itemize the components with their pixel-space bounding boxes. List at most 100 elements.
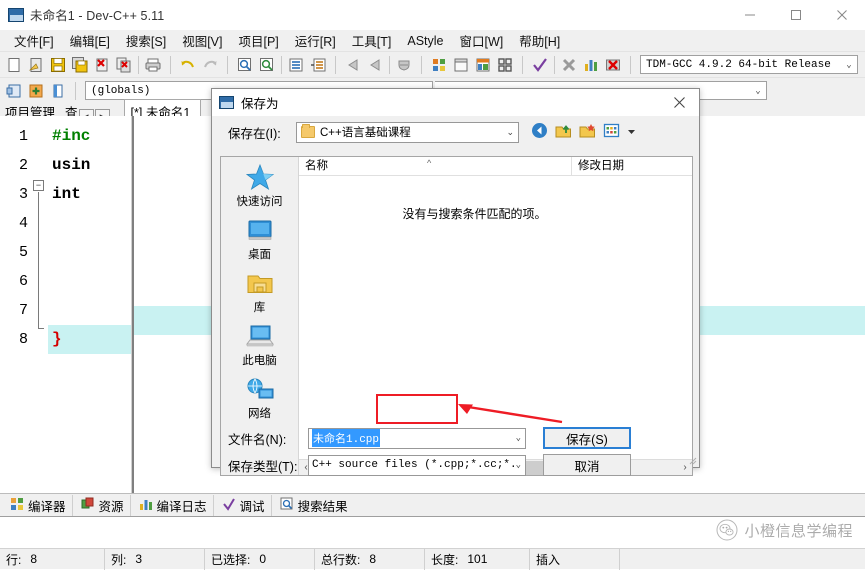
color-view-icon[interactable] [472, 54, 494, 76]
place-library[interactable]: 库 [221, 271, 298, 315]
this-pc-icon [245, 325, 274, 347]
dialog-close-button[interactable] [659, 89, 699, 116]
menu-window[interactable]: 窗口[W] [452, 29, 512, 52]
status-column-value: 3 [135, 552, 143, 566]
place-this-pc[interactable]: 此电脑 [221, 324, 298, 368]
project-options-icon[interactable] [47, 80, 69, 102]
editor-splitter[interactable] [132, 116, 134, 493]
close-all-icon[interactable] [113, 54, 135, 76]
find-next-icon[interactable] [256, 54, 278, 76]
code-fold-column: − [32, 116, 48, 493]
toolbar-primary: TDM-GCC 4.9.2 64-bit Release ⌄ [0, 51, 865, 77]
status-insert-mode: 插入 [530, 548, 620, 570]
new-file-icon[interactable] [3, 54, 25, 76]
find-icon[interactable] [234, 54, 256, 76]
up-folder-icon[interactable] [555, 122, 572, 142]
goto-line-icon[interactable] [285, 54, 307, 76]
line-number: 7 [18, 302, 28, 319]
line-number: 2 [18, 157, 28, 174]
line-number-gutter: 1 2 3 4 5 6 7 8 [0, 116, 32, 493]
place-quick-access[interactable]: 快速访问 [221, 163, 298, 209]
menu-run[interactable]: 运行[R] [287, 29, 344, 52]
menu-file[interactable]: 文件[F] [6, 29, 62, 52]
project-view-icon[interactable] [428, 54, 450, 76]
place-desktop[interactable]: 桌面 [221, 218, 298, 262]
redo-icon[interactable] [199, 54, 221, 76]
filetype-select[interactable]: C++ source files (*.cpp;*.cc;*.cxx;*. ⌄ [308, 454, 526, 476]
save-as-dialog: 保存为 保存在(I): C++语言基础课程 ⌄ 快速访问 桌面 库 此电脑 网络… [211, 88, 700, 476]
close-file-icon[interactable] [91, 54, 113, 76]
bottom-tab-compile-log[interactable]: 编译日志 [133, 494, 214, 516]
undo-nav-forward-icon[interactable] [364, 54, 386, 76]
maximize-button[interactable] [773, 0, 819, 30]
goto-function-icon[interactable] [307, 54, 329, 76]
undo-nav-back-icon[interactable] [342, 54, 364, 76]
print-icon[interactable] [142, 54, 164, 76]
compiler-select-value: TDM-GCC 4.9.2 64-bit Release [646, 58, 831, 71]
bottom-tab-label: 资源 [98, 499, 124, 514]
close-button[interactable] [819, 0, 865, 30]
menu-tools[interactable]: 工具[T] [344, 29, 400, 52]
place-label: 桌面 [248, 249, 271, 261]
menu-project[interactable]: 项目[P] [230, 29, 286, 52]
menu-search[interactable]: 搜索[S] [118, 29, 174, 52]
code-line: #inc [52, 127, 91, 145]
column-header-name[interactable]: 名称 ^ [299, 156, 572, 176]
save-file-icon[interactable] [47, 54, 69, 76]
filename-input[interactable]: 未命名1.cpp ⌄ [308, 427, 526, 449]
filename-value: 未命名1.cpp [312, 429, 381, 447]
quick-access-star-icon [245, 163, 274, 190]
cancel-button[interactable]: 取消 [543, 454, 631, 476]
remove-from-project-icon[interactable] [25, 80, 47, 102]
column-header-modified-label: 修改日期 [578, 159, 624, 172]
tile-view-icon[interactable] [494, 54, 516, 76]
window-view-icon[interactable] [450, 54, 472, 76]
line-number: 1 [18, 128, 28, 145]
menu-help[interactable]: 帮助[H] [511, 29, 568, 52]
app-icon [8, 7, 24, 22]
dialog-app-icon [219, 96, 234, 109]
stop-icon[interactable] [558, 54, 580, 76]
bottom-tab-search-results[interactable]: 搜索结果 [274, 495, 354, 516]
minimize-button[interactable] [727, 0, 773, 30]
save-in-value: C++语言基础课程 [320, 127, 411, 139]
line-number: 5 [18, 244, 28, 261]
column-header-modified[interactable]: 修改日期 [572, 157, 624, 176]
fold-toggle-icon[interactable]: − [33, 180, 44, 191]
bottom-tab-debug[interactable]: 调试 [216, 494, 272, 516]
status-total-lines: 总行数: 8 [315, 548, 425, 570]
empty-folder-message: 没有与搜索条件匹配的项。 [402, 207, 547, 221]
undo-icon[interactable] [177, 54, 199, 76]
open-file-icon[interactable] [25, 54, 47, 76]
back-icon[interactable] [531, 122, 548, 142]
chevron-down-icon: ⌄ [506, 126, 514, 137]
add-to-project-icon[interactable] [3, 80, 25, 102]
resize-grip-icon[interactable] [687, 455, 697, 465]
save-button[interactable]: 保存(S) [543, 427, 631, 449]
code-line: int [52, 185, 81, 203]
bottom-tab-compiler[interactable]: 编译器 [4, 494, 73, 516]
new-folder-icon[interactable] [579, 122, 596, 142]
status-length-value: 101 [467, 552, 488, 566]
compile-icon[interactable] [529, 54, 551, 76]
shield-icon[interactable] [393, 54, 415, 76]
view-mode-icon[interactable] [603, 122, 620, 142]
save-in-label: 保存在(I): [228, 126, 281, 141]
save-in-combo[interactable]: C++语言基础课程 ⌄ [296, 121, 519, 143]
bottom-panel-tabs: 编译器 资源 编译日志 调试 搜索结果 [0, 494, 865, 516]
debug-stop-icon[interactable] [602, 54, 624, 76]
menu-view[interactable]: 视图[V] [174, 29, 230, 52]
status-line-label: 行: [6, 552, 22, 567]
menu-astyle[interactable]: AStyle [399, 32, 451, 50]
view-mode-dropdown-icon[interactable] [627, 125, 636, 139]
bottom-tab-resource[interactable]: 资源 [75, 494, 131, 516]
status-length-label: 长度: [431, 552, 459, 567]
place-network[interactable]: 网络 [221, 377, 298, 421]
compiler-select[interactable]: TDM-GCC 4.9.2 64-bit Release ⌄ [640, 55, 858, 74]
save-all-icon[interactable] [69, 54, 91, 76]
menu-edit[interactable]: 编辑[E] [62, 29, 118, 52]
code-text-area[interactable]: #inc usin int } [48, 116, 131, 493]
save-in-row: 保存在(I): C++语言基础课程 ⌄ [212, 116, 699, 144]
profile-icon[interactable] [580, 54, 602, 76]
